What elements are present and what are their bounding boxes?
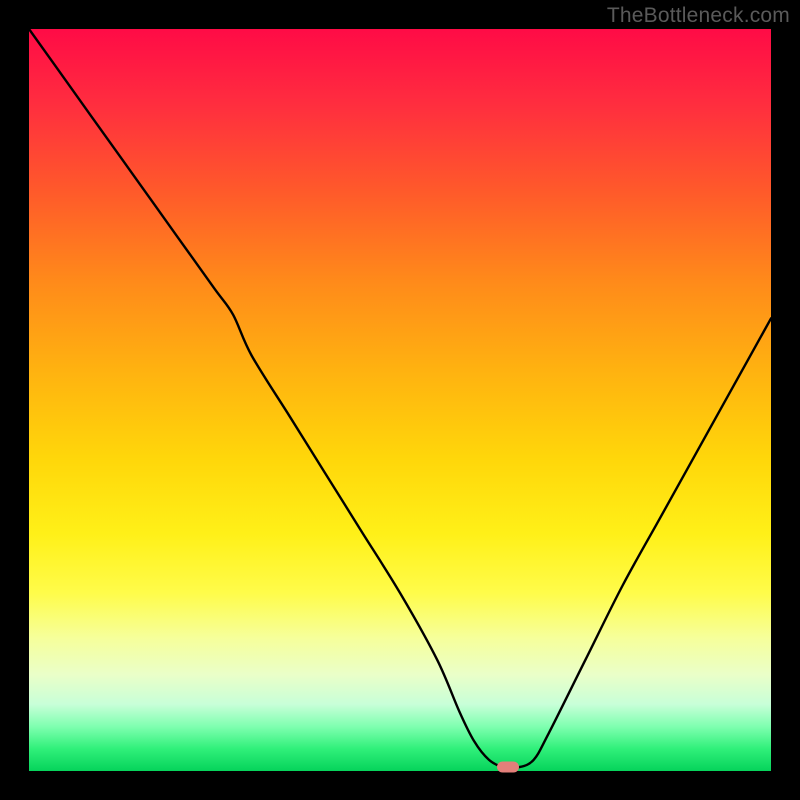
curve-path <box>29 29 771 768</box>
optimal-marker <box>497 761 519 772</box>
bottleneck-curve <box>29 29 771 771</box>
plot-area <box>29 29 771 771</box>
chart-frame: TheBottleneck.com <box>0 0 800 800</box>
watermark-text: TheBottleneck.com <box>607 4 790 28</box>
